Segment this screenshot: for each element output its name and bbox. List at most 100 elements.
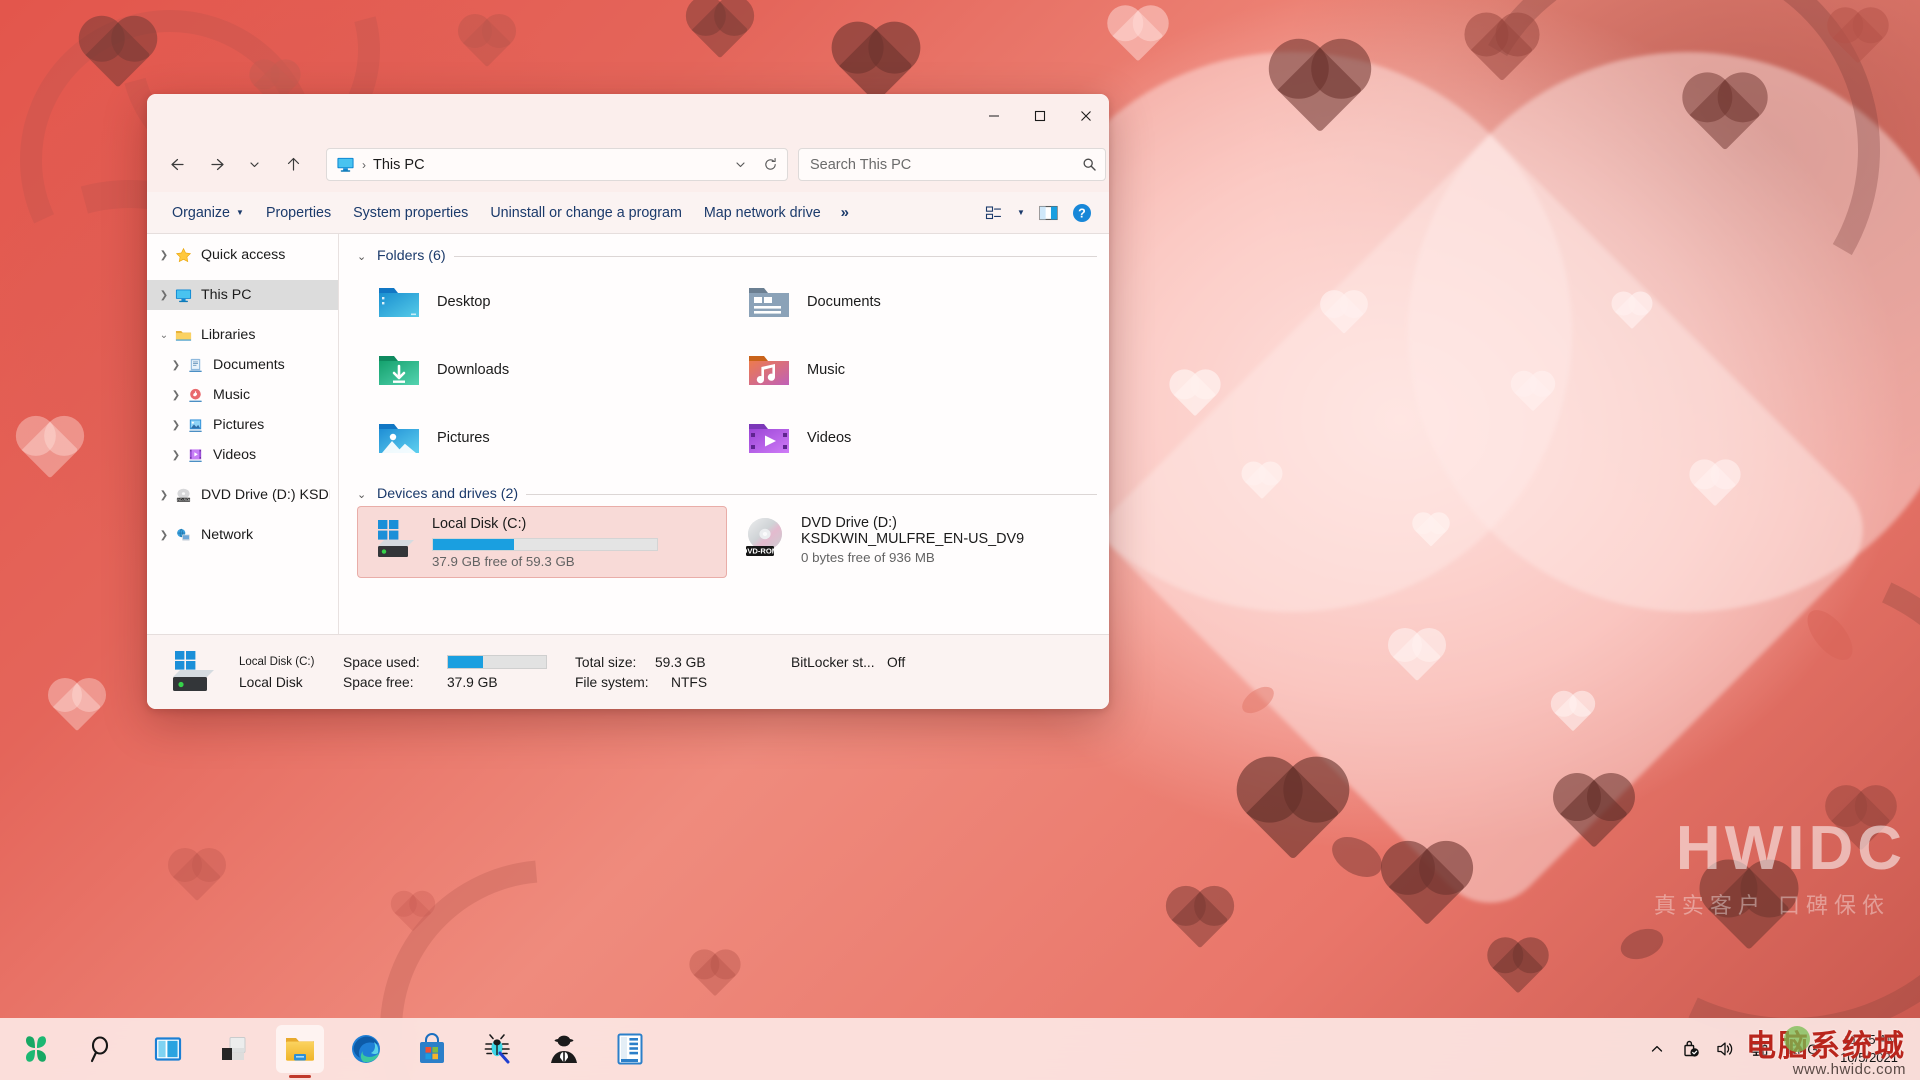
drive-volume-label: KSDKWIN_MULFRE_EN-US_DV9 [801,531,1025,547]
folder-icon [175,330,192,341]
view-options-chevron-down-icon[interactable]: ▼ [1011,198,1031,228]
chevron-right-icon[interactable]: ❯ [165,360,187,371]
minimize-button[interactable] [971,94,1017,137]
sidebar-item-network[interactable]: ❯ Network [147,520,338,550]
system-properties-button[interactable]: System properties [342,198,479,228]
search-input[interactable] [810,156,1082,173]
chevron-right-icon[interactable]: ❯ [153,490,175,501]
chevron-down-icon[interactable]: ⌄ [357,250,369,263]
details-item-type: Local Disk [239,674,303,690]
file-explorer-button[interactable] [276,1025,324,1073]
task-view-button[interactable] [144,1025,192,1073]
clock[interactable]: 11:35 AM 10/5/2021 [1830,1027,1912,1071]
usb-security-icon[interactable] [1674,1029,1708,1069]
folder-item-downloads[interactable]: Downloads [357,336,727,404]
close-button[interactable] [1063,94,1109,137]
space-used-bar [447,655,547,669]
sidebar-item-quick-access[interactable]: ❯ Quick access [147,240,338,270]
volume-icon[interactable] [1708,1029,1742,1069]
organize-button[interactable]: Organize ▼ [161,198,255,228]
sidebar-item-dvd-drive[interactable]: ❯ DVD-ROM DVD Drive (D:) KSDK [147,480,338,510]
documents-folder-icon [749,288,789,317]
search-button[interactable] [78,1025,126,1073]
sidebar-item-videos[interactable]: ❯ Videos [147,440,338,470]
details-row-1: Local Disk (C:) Space used: Total size: … [239,655,905,670]
chevron-right-icon[interactable]: ❯ [165,450,187,461]
sidebar-item-this-pc[interactable]: ❯ This PC [147,280,338,310]
uninstall-or-change-program-button[interactable]: Uninstall or change a program [479,198,693,228]
sidebar-item-pictures[interactable]: ❯ Pictures [147,410,338,440]
chevron-down-icon[interactable]: ⌄ [357,488,369,501]
search-box[interactable] [798,148,1106,181]
back-icon[interactable] [159,148,192,181]
sidebar-label: DVD Drive (D:) KSDK [201,487,330,503]
sidebar-item-libraries[interactable]: ⌄ Libraries [147,320,338,350]
recent-locations-chevron-down-icon[interactable] [238,148,271,181]
folder-item-pictures[interactable]: Pictures [357,404,727,472]
taskbar: ENG 11:35 AM 10/5/2021 电脑系统城 www.hwidc.c… [0,1018,1920,1080]
sidebar-item-music[interactable]: ❯ Music [147,380,338,410]
view-options-icon[interactable] [977,198,1011,228]
refresh-icon[interactable] [755,150,785,179]
folder-item-desktop[interactable]: Desktop [357,268,727,336]
folder-item-music[interactable]: Music [727,336,1097,404]
address-bar[interactable]: › This PC [326,148,788,181]
bug-icon [484,1034,510,1064]
folders-group-header[interactable]: ⌄ Folders (6) [357,248,1097,264]
microsoft-store-button[interactable] [408,1025,456,1073]
navigation-pane[interactable]: ❯ Quick access ❯ This PC ⌄ Libraries ❯ D… [147,234,339,634]
chevron-right-icon[interactable]: ❯ [165,420,187,431]
folder-item-videos[interactable]: Videos [727,404,1097,472]
properties-label: Properties [265,204,332,221]
drives-group-header[interactable]: ⌄ Devices and drives (2) [357,486,1097,502]
properties-button[interactable]: Properties [255,198,342,228]
music-folder-icon [749,356,789,385]
chevron-down-icon[interactable]: ⌄ [153,330,175,341]
start-button[interactable] [12,1025,60,1073]
drive-usage-fill [433,539,514,550]
details-pane-icon[interactable] [1031,198,1065,228]
edge-button[interactable] [342,1025,390,1073]
chevron-right-icon[interactable]: ❯ [153,250,175,261]
chevron-right-icon[interactable]: ❯ [153,290,175,301]
widgets-button[interactable] [210,1025,258,1073]
drive-item-dvd-drive-d[interactable]: DVD-ROM DVD Drive (D:) KSDKWIN_MULFRE_EN… [727,506,1097,578]
folders-grid: Desktop Documents Downloads Music Pictur… [357,268,1097,472]
sidebar-item-documents[interactable]: ❯ Documents [147,350,338,380]
debug-tool-button[interactable] [474,1025,522,1073]
address-chevron-down-icon[interactable] [725,150,755,179]
chevron-right-icon[interactable]: ❯ [153,530,175,541]
edge-icon [352,1035,380,1063]
spy-tool-button[interactable] [540,1025,588,1073]
sidebar-label: This PC [201,287,252,303]
up-icon[interactable] [277,148,310,181]
file-list-view[interactable]: ⌄ Folders (6) Desktop Documents Download… [339,234,1109,634]
drives-group-title: Devices and drives (2) [377,486,519,502]
search-icon [1082,157,1097,172]
details-item-name: Local Disk (C:) [239,656,315,668]
group-divider [526,493,1097,495]
map-network-drive-button[interactable]: Map network drive [693,198,832,228]
total-size-label: Total size: [575,654,637,670]
help-button[interactable]: ? [1065,198,1099,228]
pictures-library-icon [189,418,202,432]
command-bar-right: ▼ ? [977,198,1099,228]
folder-item-documents[interactable]: Documents [727,268,1097,336]
sidebar-label: Quick access [201,247,286,263]
network-monitor-icon[interactable] [1742,1029,1776,1069]
tray-overflow-chevron-up-icon[interactable] [1640,1029,1674,1069]
folder-icon [286,1038,314,1061]
window-body: ❯ Quick access ❯ This PC ⌄ Libraries ❯ D… [147,234,1109,634]
folder-label: Music [807,362,846,378]
network-icon [177,528,190,541]
group-divider [453,255,1097,257]
forward-icon[interactable] [203,148,236,181]
chevron-right-icon[interactable]: ❯ [165,390,187,401]
language-indicator[interactable]: ENG [1776,1029,1830,1069]
maximize-button[interactable] [1017,94,1063,137]
space-used-label: Space used: [343,654,420,670]
drive-item-local-disk-c[interactable]: Local Disk (C:) 37.9 GB free of 59.3 GB [357,506,727,578]
library-app-button[interactable] [606,1025,654,1073]
command-overflow-button[interactable]: » [832,198,858,228]
